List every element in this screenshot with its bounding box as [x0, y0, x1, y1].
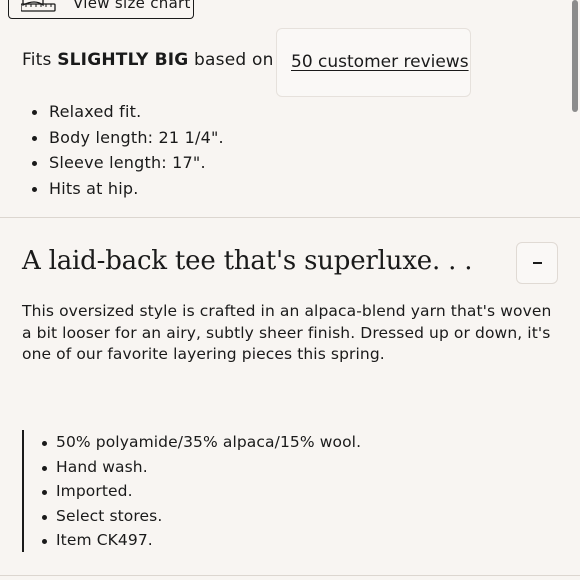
customer-reviews-link[interactable]: 50 customer reviews	[291, 52, 469, 72]
list-item: Select stores.	[38, 504, 361, 529]
list-item: Hits at hip.	[28, 176, 224, 202]
scrollbar[interactable]	[572, 0, 578, 112]
description-title: A laid-back tee that's superluxe. . .	[22, 246, 473, 276]
list-item: Body length: 21 1/4".	[28, 125, 224, 151]
list-item: Relaxed fit.	[28, 99, 224, 125]
section-divider	[0, 575, 580, 576]
product-details-list: 50% polyamide/35% alpaca/15% wool. Hand …	[38, 430, 361, 553]
fit-summary: Fits SLIGHTLY BIG based on	[22, 50, 274, 70]
ruler-icon	[20, 0, 57, 17]
list-item: 50% polyamide/35% alpaca/15% wool.	[38, 430, 361, 455]
fit-details-list: Relaxed fit. Body length: 21 1/4". Sleev…	[28, 99, 224, 201]
list-item: Imported.	[38, 479, 361, 504]
section-divider	[0, 217, 580, 218]
fit-suffix: based on	[194, 50, 274, 70]
list-item: Hand wash.	[38, 455, 361, 480]
view-size-chart-button[interactable]: View size chart	[8, 0, 194, 19]
fit-verdict: SLIGHTLY BIG	[57, 50, 189, 70]
list-item: Item CK497.	[38, 528, 361, 553]
minus-icon	[532, 262, 542, 264]
fit-prefix: Fits	[22, 50, 52, 70]
customer-reviews-box[interactable]: 50 customer reviews	[276, 28, 471, 97]
list-item: Sleeve length: 17".	[28, 150, 224, 176]
product-description: This oversized style is crafted in an al…	[22, 302, 552, 363]
view-size-chart-label: View size chart	[73, 0, 191, 12]
product-details-block: 50% polyamide/35% alpaca/15% wool. Hand …	[22, 430, 361, 552]
collapse-section-button[interactable]	[516, 242, 558, 284]
